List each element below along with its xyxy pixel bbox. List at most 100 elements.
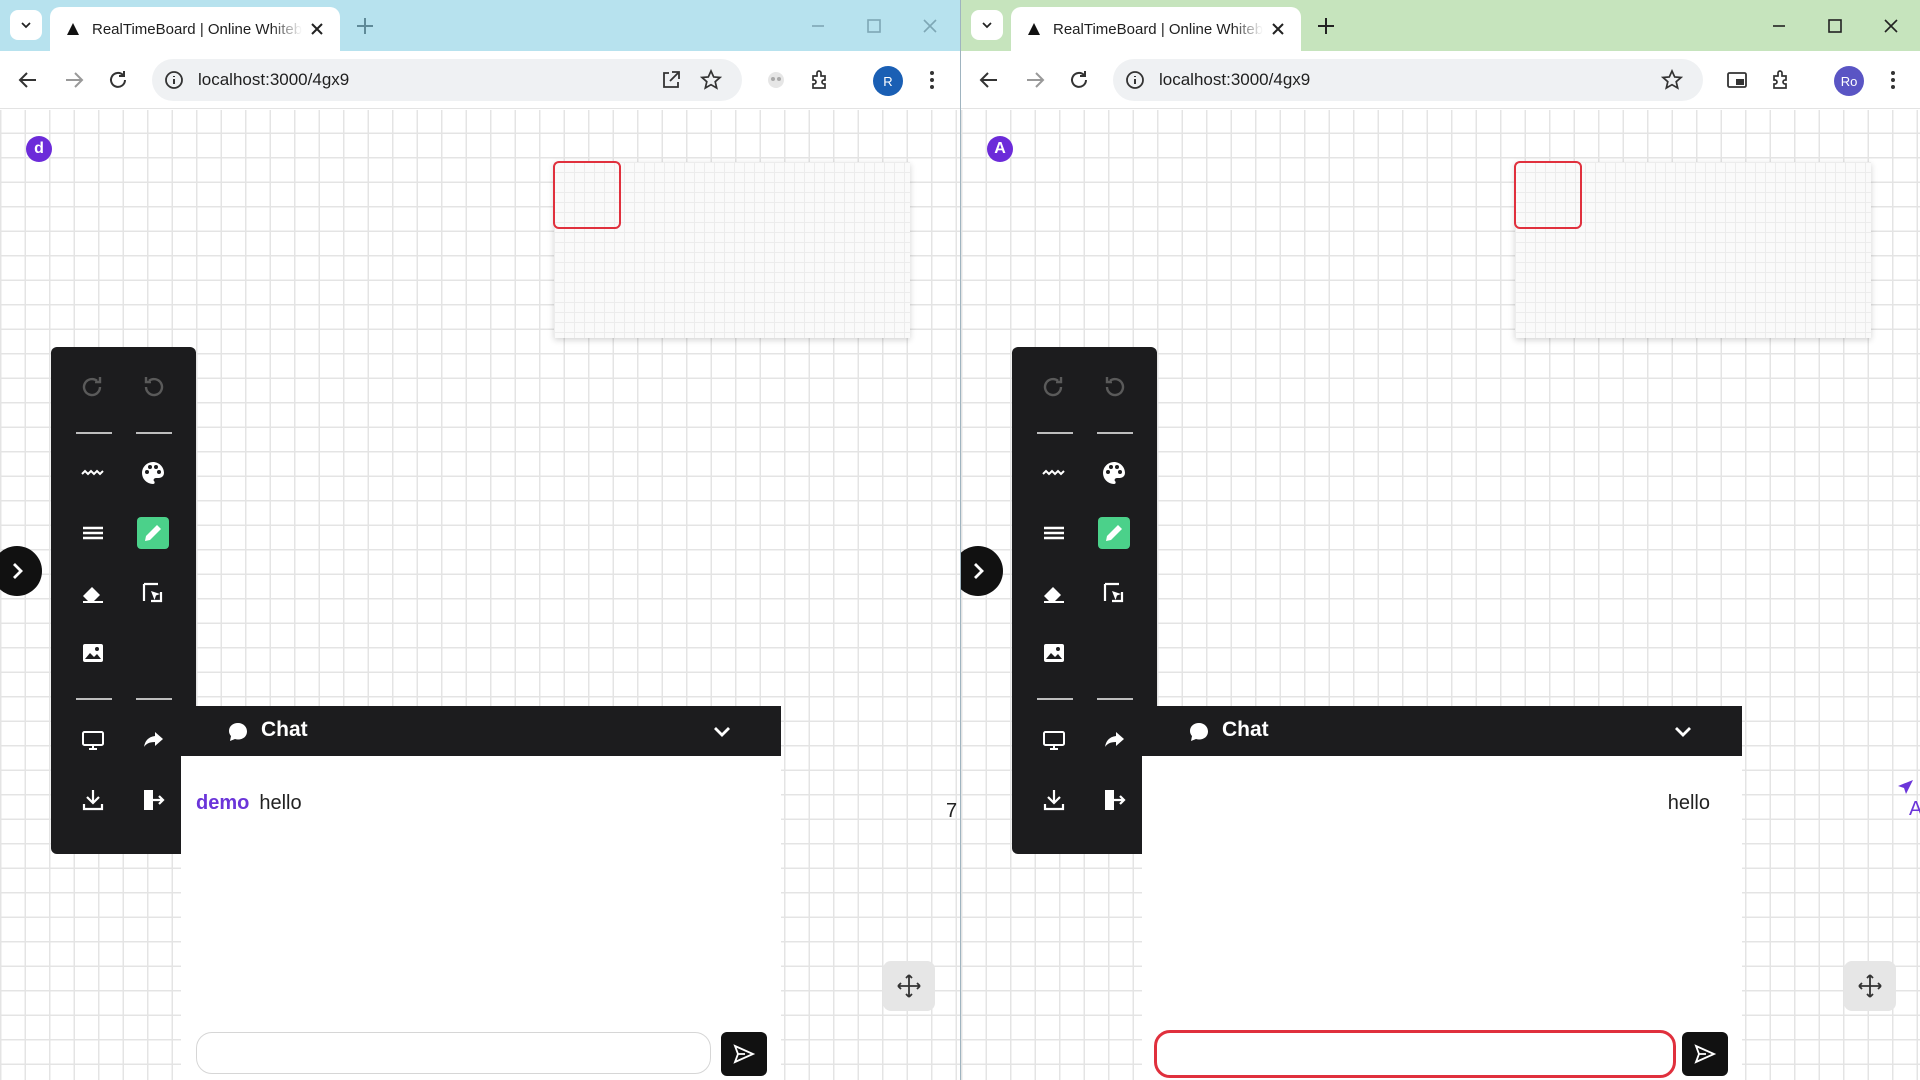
extensions-icon[interactable] [808, 68, 832, 92]
select-tool-button[interactable] [137, 577, 169, 609]
close-window-icon[interactable] [918, 14, 942, 38]
expand-sidebar-button[interactable] [0, 546, 42, 596]
image-icon [83, 644, 103, 662]
chat-title: Chat [1222, 718, 1269, 741]
chat-input[interactable] [1154, 1030, 1676, 1078]
profile-avatar[interactable]: R [873, 66, 903, 96]
redo-button[interactable] [77, 371, 109, 403]
chat-title: Chat [261, 718, 308, 741]
favicon-icon [67, 23, 79, 35]
undo-icon [144, 377, 164, 397]
tab-title: RealTimeBoard | Online Whiteboard [1053, 20, 1263, 38]
palette-icon [1103, 462, 1125, 484]
menu-kebab-icon[interactable] [1881, 68, 1905, 92]
stroke-style-icon [81, 469, 104, 476]
close-tab-icon[interactable] [308, 20, 326, 38]
site-info-icon[interactable] [1125, 70, 1145, 90]
menu-kebab-icon[interactable] [920, 68, 944, 92]
new-tab-icon[interactable] [1315, 15, 1337, 37]
select-tool-button[interactable] [1098, 577, 1130, 609]
chat-input[interactable] [196, 1032, 711, 1074]
pencil-tool-button[interactable] [137, 517, 169, 549]
bookmark-star-icon[interactable] [700, 69, 722, 91]
forward-icon[interactable] [1023, 68, 1047, 92]
chevron-down-icon[interactable] [711, 720, 733, 742]
present-button[interactable] [1038, 724, 1070, 756]
address-bar[interactable]: localhost:3000/4gx9 [1113, 59, 1703, 101]
picture-in-picture-icon[interactable] [1725, 68, 1749, 92]
browser-tab[interactable]: RealTimeBoard | Online Whiteboard [50, 7, 340, 51]
expand-sidebar-button[interactable] [961, 546, 1003, 596]
eraser-tool-button[interactable] [77, 577, 109, 609]
maximize-icon[interactable] [1823, 14, 1847, 38]
new-tab-icon[interactable] [354, 15, 376, 37]
color-palette-button[interactable] [137, 457, 169, 489]
minimap[interactable] [1514, 161, 1871, 338]
tab-search-button[interactable] [971, 10, 1003, 40]
whiteboard-canvas[interactable]: A Chat hello [961, 110, 1920, 1080]
extensions-icon[interactable] [1769, 68, 1793, 92]
chat-header[interactable]: Chat [1142, 706, 1742, 756]
close-tab-icon[interactable] [1269, 20, 1287, 38]
message-text: hello [1667, 792, 1710, 814]
undo-button[interactable] [137, 371, 169, 403]
line-width-button[interactable] [77, 517, 109, 549]
chat-bubble-icon [229, 723, 247, 741]
color-palette-button[interactable] [1098, 457, 1130, 489]
reload-icon[interactable] [106, 68, 130, 92]
send-icon [1694, 1044, 1717, 1064]
address-bar[interactable]: localhost:3000/4gx9 [152, 59, 742, 101]
move-canvas-button[interactable] [1844, 961, 1896, 1011]
browser-toolbar: localhost:3000/4gx9 R [0, 51, 960, 109]
share-button[interactable] [137, 724, 169, 756]
chat-header[interactable]: Chat [181, 706, 781, 756]
chevron-down-icon[interactable] [1672, 720, 1694, 742]
profile-avatar[interactable]: Ro [1834, 66, 1864, 96]
back-icon[interactable] [977, 68, 1001, 92]
tab-search-button[interactable] [10, 10, 42, 40]
chat-message-own: hello [1668, 792, 1710, 815]
undo-button[interactable] [1098, 371, 1130, 403]
back-icon[interactable] [16, 68, 40, 92]
present-button[interactable] [77, 724, 109, 756]
whiteboard-canvas[interactable]: d Chat demo hello 7 [0, 110, 960, 1080]
tab-strip: RealTimeBoard | Online Whiteboard [961, 0, 1920, 51]
move-canvas-button[interactable] [883, 961, 935, 1011]
stroke-style-button[interactable] [77, 457, 109, 489]
open-in-app-icon[interactable] [660, 69, 682, 91]
download-button[interactable] [1038, 784, 1070, 816]
redo-button[interactable] [1038, 371, 1070, 403]
browser-tab[interactable]: RealTimeBoard | Online Whiteboard [1011, 7, 1301, 51]
minimap[interactable] [553, 161, 910, 338]
exit-button[interactable] [1098, 784, 1130, 816]
divider [76, 432, 112, 434]
site-info-icon[interactable] [164, 70, 184, 90]
minimize-icon[interactable] [806, 14, 830, 38]
forward-icon[interactable] [62, 68, 86, 92]
minimap-viewport[interactable] [553, 161, 621, 229]
extension-puzzle-faded-icon[interactable] [764, 68, 788, 92]
send-button[interactable] [1682, 1032, 1728, 1076]
tool-panel [51, 347, 196, 854]
image-upload-button[interactable] [1038, 637, 1070, 669]
chat-bubble-icon [1190, 723, 1208, 741]
palette-icon [142, 462, 164, 484]
line-width-button[interactable] [1038, 517, 1070, 549]
share-button[interactable] [1098, 724, 1130, 756]
stroke-style-button[interactable] [1038, 457, 1070, 489]
minimize-icon[interactable] [1767, 14, 1791, 38]
send-button[interactable] [721, 1032, 767, 1076]
redo-icon [82, 377, 102, 397]
exit-button[interactable] [137, 784, 169, 816]
download-button[interactable] [77, 784, 109, 816]
minimap-viewport[interactable] [1514, 161, 1582, 229]
bookmark-star-icon[interactable] [1661, 69, 1683, 91]
maximize-icon[interactable] [862, 14, 886, 38]
favicon-icon [1028, 23, 1040, 35]
divider [1037, 432, 1073, 434]
image-upload-button[interactable] [77, 637, 109, 669]
reload-icon[interactable] [1067, 68, 1091, 92]
eraser-tool-button[interactable] [1038, 577, 1070, 609]
pencil-tool-button[interactable] [1098, 517, 1130, 549]
close-window-icon[interactable] [1879, 14, 1903, 38]
